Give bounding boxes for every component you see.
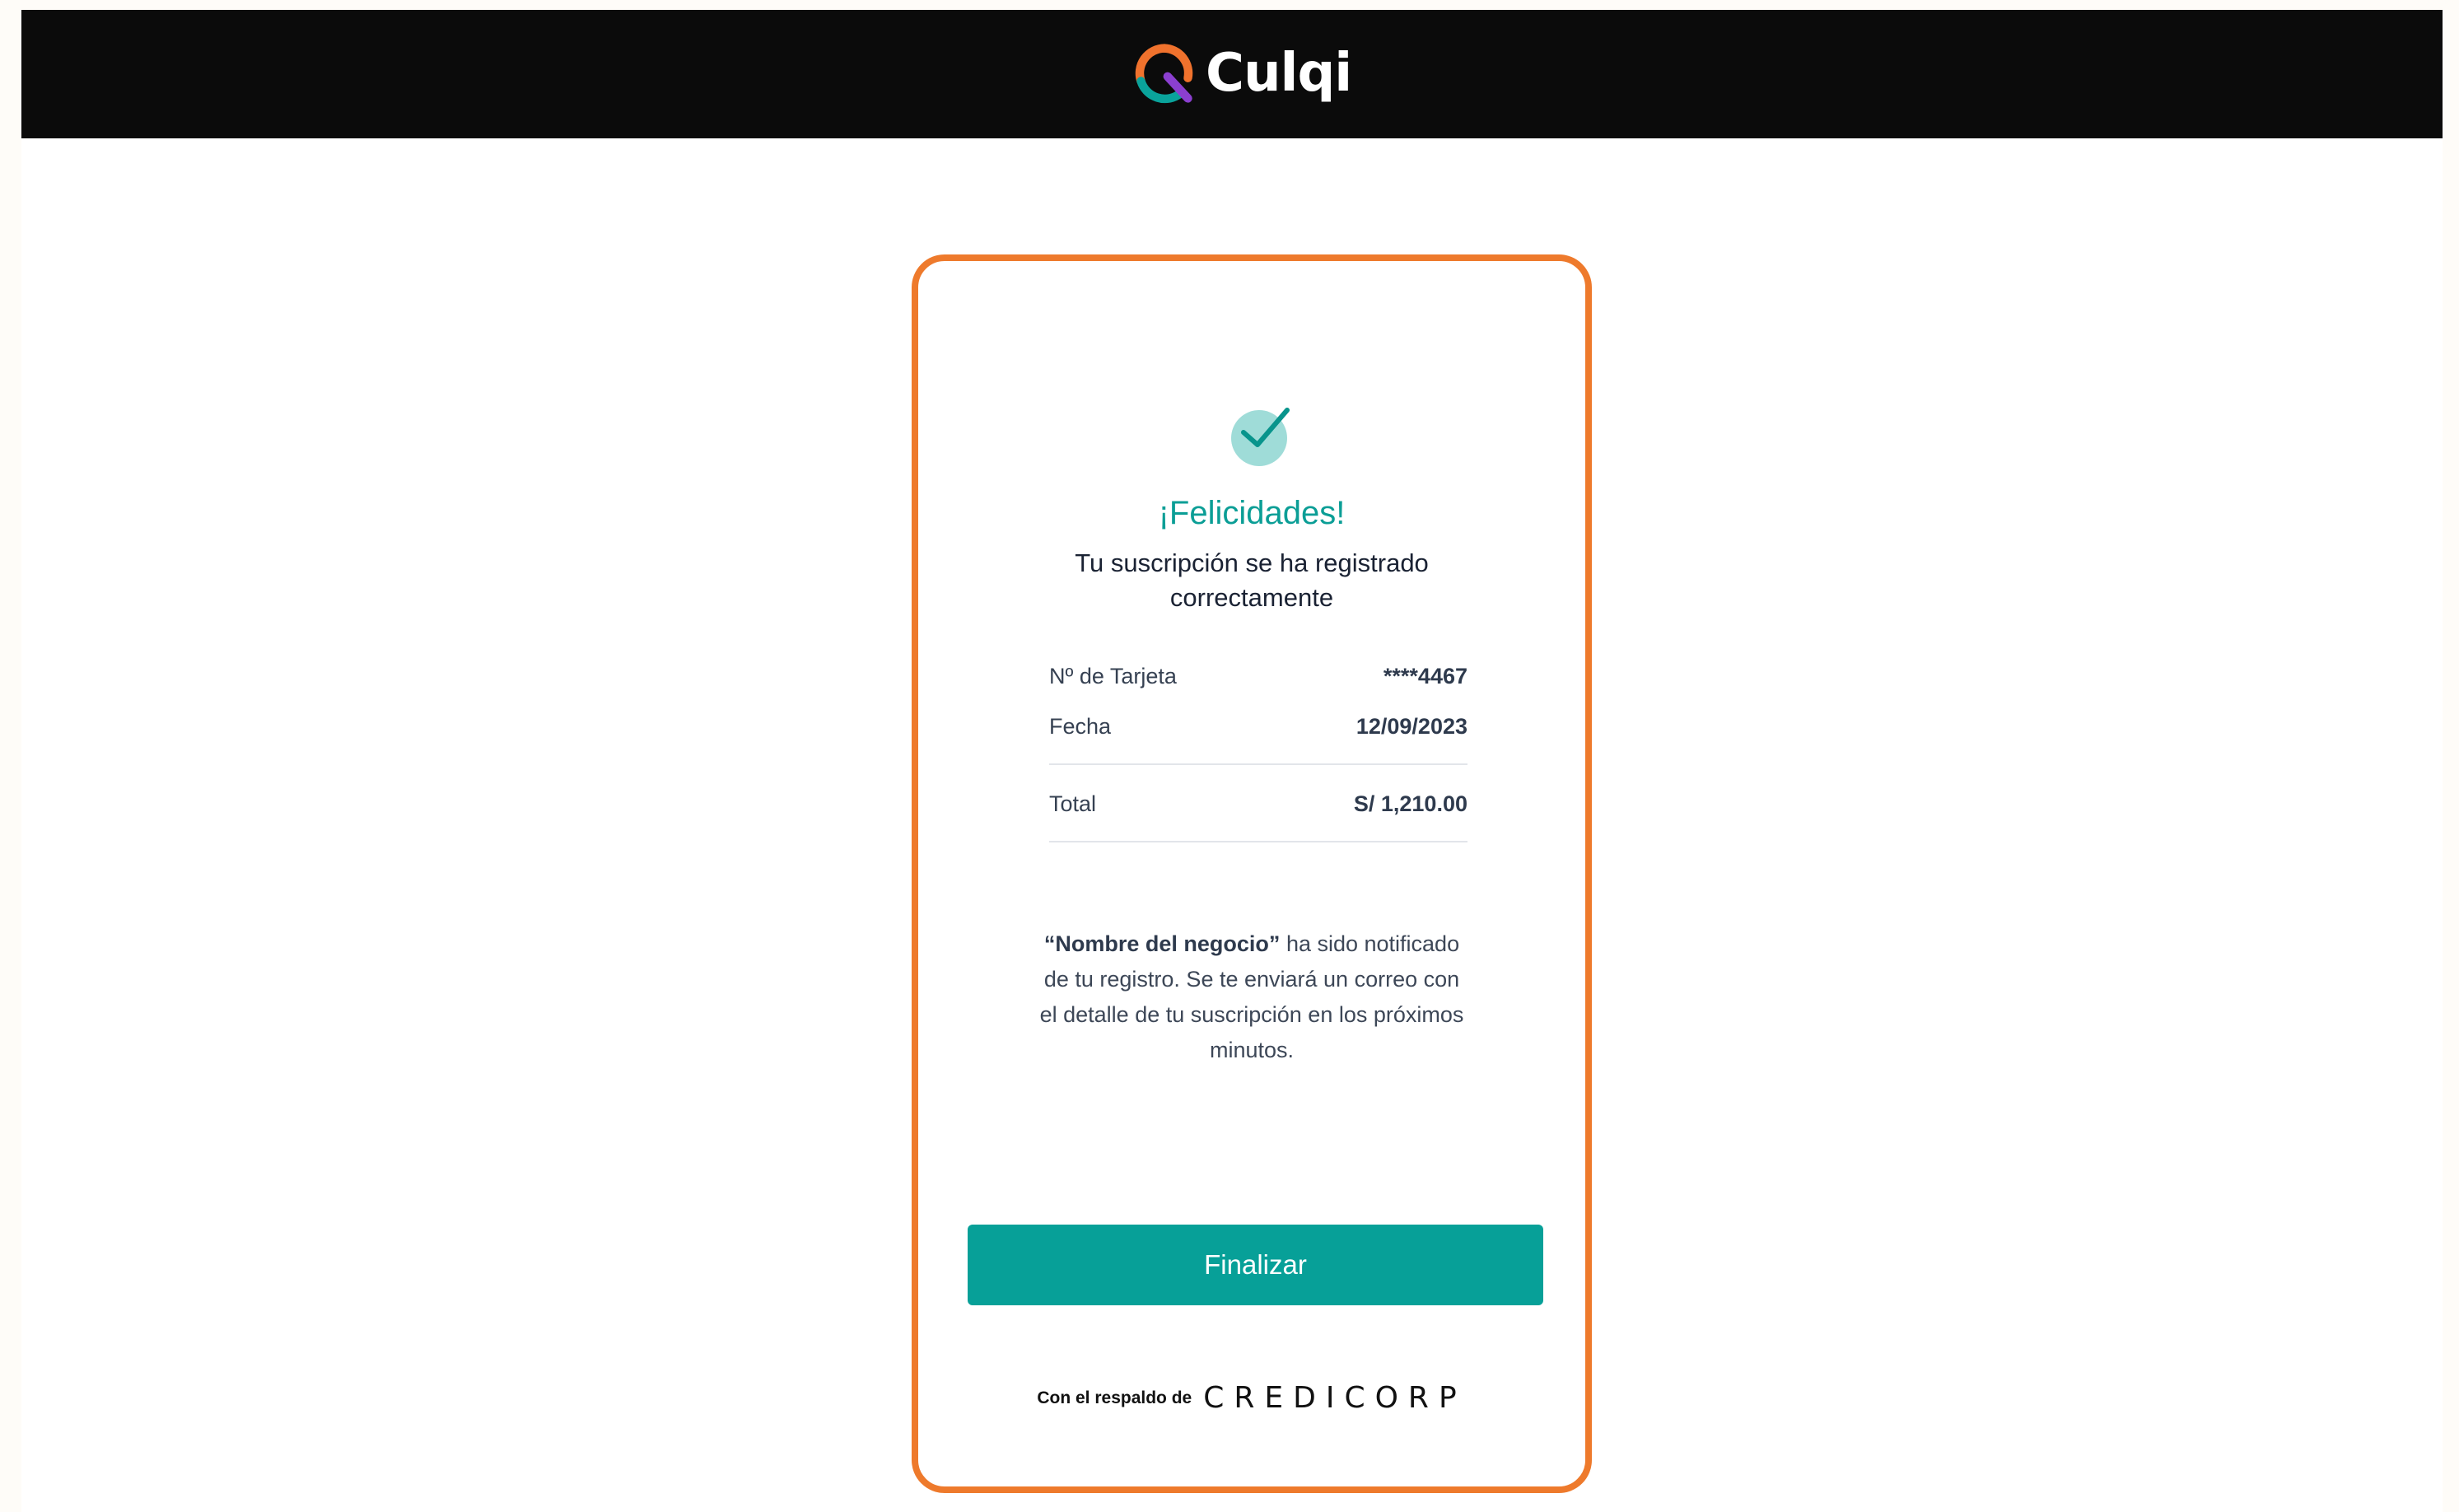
date-value: 12/09/2023 — [1355, 713, 1467, 739]
success-subtitle: Tu suscripción se ha registrado correcta… — [1075, 548, 1429, 612]
brand-name: Culqi — [1206, 43, 1352, 104]
culqi-logo: Culqi — [1133, 39, 1352, 108]
divider — [1049, 763, 1467, 765]
business-name: “Nombre del negocio” — [1043, 931, 1281, 956]
credicorp-logo: CREDICORP — [1203, 1381, 1467, 1415]
backing-prefix: Con el respaldo de — [1037, 1388, 1192, 1407]
culqi-logo-icon — [1135, 44, 1193, 104]
page: Culqi ¡Felicidades! Tu suscripción se ha… — [21, 10, 2443, 1512]
payment-details: Nº de Tarjeta ****4467 Fecha 12/09/2023 … — [1049, 651, 1467, 842]
total-value: S/ 1,210.00 — [1353, 791, 1467, 816]
date-row: Fecha 12/09/2023 — [1049, 701, 1467, 752]
card-number-label: Nº de Tarjeta — [1049, 663, 1177, 688]
date-label: Fecha — [1049, 713, 1112, 739]
total-label: Total — [1049, 791, 1097, 816]
check-icon — [1231, 408, 1290, 466]
divider — [1049, 841, 1467, 842]
card-number-value: ****4467 — [1383, 663, 1467, 688]
top-bar: Culqi — [21, 10, 2443, 138]
success-title: ¡Felicidades! — [1158, 495, 1346, 531]
card-number-row: Nº de Tarjeta ****4467 — [1049, 651, 1467, 701]
footer: Con el respaldo de CREDICORP — [918, 1381, 1585, 1415]
total-row: Total S/ 1,210.00 — [1049, 777, 1467, 831]
notification-message: “Nombre del negocio” ha sido notificado … — [1038, 926, 1466, 1068]
confirmation-card: ¡Felicidades! Tu suscripción se ha regis… — [912, 254, 1592, 1493]
finish-button[interactable]: Finalizar — [968, 1225, 1543, 1305]
